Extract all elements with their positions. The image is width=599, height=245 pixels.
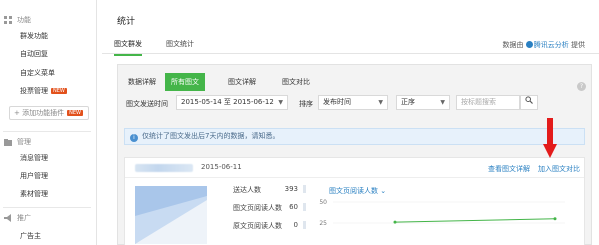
sidebar-item-vote[interactable]: 投票管理 NEW: [20, 86, 67, 96]
title-search-input[interactable]: 按标题搜索: [456, 95, 520, 110]
subtab-article-compare[interactable]: 图文对比: [276, 73, 316, 91]
red-arrow-annotation: [543, 118, 557, 158]
date-range-picker[interactable]: 2015-05-14 至 2015-06-12 ▼: [176, 95, 288, 110]
data-point: [393, 220, 397, 224]
sort-field-select[interactable]: 发布时间 ▼: [318, 95, 388, 110]
sidebar-item-label: 群发功能: [20, 32, 48, 40]
add-plugin-label: + 添加功能插件: [14, 109, 65, 117]
add-plugin-button[interactable]: + 添加功能插件 NEW: [9, 106, 89, 120]
sidebar: 功能 群发功能 自动回复 自定义菜单 投票管理 NEW + 添加功能插件 NEW 管…: [0, 0, 97, 245]
sidebar-item-messages[interactable]: 消息管理: [20, 153, 48, 163]
source-brand-link[interactable]: 腾讯云分析: [534, 41, 569, 49]
info-icon: i: [130, 134, 138, 142]
sidebar-item-users[interactable]: 用户管理: [20, 171, 48, 181]
chevron-down-icon: ▼: [378, 99, 383, 106]
promotion-section-title: 推广: [17, 214, 31, 222]
chevron-down-icon: ▼: [440, 99, 445, 106]
tab-article-mass-send[interactable]: 图文群发: [114, 39, 142, 56]
chart-metric-select[interactable]: 图文页阅读人数 ⌄: [329, 186, 386, 196]
card-header: 2015-06-11 查看图文详解 加入图文对比: [125, 158, 584, 178]
page-title: 统计: [117, 17, 136, 27]
help-icon[interactable]: ?: [577, 82, 586, 91]
data-source-note: 数据由 腾讯云分析 提供: [503, 40, 585, 50]
features-section-header: 功能: [4, 15, 31, 25]
sidebar-item-label: 广告主: [20, 232, 41, 240]
stat-original-readers-value: 0: [293, 221, 298, 229]
stat-original-readers-label: 原文页阅读人数: [233, 222, 282, 230]
data-point: [553, 217, 557, 221]
sidebar-divider: [3, 207, 91, 208]
stat-page-readers-value: 60: [289, 203, 298, 211]
y-tick-label: 50: [319, 199, 327, 206]
subtab-data-detail[interactable]: 数据详解: [122, 73, 162, 91]
new-badge: NEW: [51, 88, 67, 94]
management-section-title: 管理: [17, 138, 31, 146]
filter-row: 图文发送时间 2015-05-14 至 2015-06-12 ▼ 排序 发布时间…: [118, 93, 591, 113]
search-button[interactable]: [520, 95, 538, 110]
promotion-section-header: 推广: [4, 213, 31, 223]
sidebar-divider: [3, 131, 91, 132]
view-article-detail-link[interactable]: 查看图文详解: [488, 164, 530, 174]
add-to-compare-link[interactable]: 加入图文对比: [538, 164, 580, 174]
sidebar-item-label: 用户管理: [20, 172, 48, 180]
sidebar-item-label: 消息管理: [20, 154, 48, 162]
blurred-article-title: [135, 164, 193, 172]
tab-article-stats[interactable]: 图文统计: [166, 39, 194, 49]
tencent-cloud-icon: [525, 41, 533, 48]
source-suffix: 提供: [571, 41, 585, 49]
search-icon: [525, 96, 533, 106]
megaphone-icon: [4, 214, 12, 222]
series-line: [394, 218, 556, 223]
stat-delivered-label: 送达人数: [233, 186, 261, 194]
stat-bar: [303, 203, 306, 211]
notice-text: 仅统计了图文发出后7天内的数据，请知悉。: [142, 132, 280, 140]
stats-panel: 数据详解 所有图文 图文详解 图文对比 ? 图文发送时间 2015-05-14 …: [117, 64, 592, 245]
sort-order-select[interactable]: 正序 ▼: [396, 95, 450, 110]
sort-order-value: 正序: [401, 98, 415, 106]
stat-bar: [303, 221, 306, 229]
management-section-header: 管理: [4, 137, 31, 147]
subtab-article-detail[interactable]: 图文详解: [222, 73, 262, 91]
sidebar-item-auto-reply[interactable]: 自动回复: [20, 49, 48, 59]
sub-tab-bar: 数据详解 所有图文 图文详解 图文对比 ?: [118, 73, 591, 91]
chevron-down-icon: ▼: [278, 99, 283, 106]
stat-page-readers-label: 图文页阅读人数: [233, 204, 282, 212]
source-prefix: 数据由: [502, 41, 524, 49]
sidebar-item-label: 自定义菜单: [20, 69, 55, 77]
sidebar-item-custom-menu[interactable]: 自定义菜单: [20, 68, 55, 78]
sidebar-item-label: 投票管理: [20, 87, 48, 95]
search-placeholder: 按标题搜索: [461, 98, 496, 106]
features-section-title: 功能: [17, 16, 31, 24]
sort-field-value: 发布时间: [323, 98, 351, 106]
sidebar-item-mass-send[interactable]: 群发功能: [20, 31, 48, 41]
sidebar-item-label: 自动回复: [20, 50, 48, 58]
stat-delivered-value: 393: [284, 185, 298, 193]
funnel-thumbnail: [135, 186, 207, 244]
article-card: 2015-06-11 查看图文详解 加入图文对比 送达人数 393 图文页阅读人…: [124, 157, 585, 245]
line-chart: 50 25: [315, 196, 575, 245]
send-time-label: 图文发送时间: [126, 100, 168, 108]
new-badge: NEW: [67, 110, 83, 116]
date-range-value: 2015-05-14 至 2015-06-12: [181, 98, 274, 106]
y-tick-label: 25: [319, 220, 327, 227]
folder-icon: [4, 138, 12, 146]
stat-bar: [303, 185, 306, 193]
subtab-all-articles[interactable]: 所有图文: [165, 73, 205, 91]
article-date: 2015-06-11: [201, 163, 242, 171]
sidebar-item-label: 素材管理: [20, 190, 48, 198]
sidebar-item-materials[interactable]: 素材管理: [20, 189, 48, 199]
sort-label: 排序: [299, 100, 313, 108]
info-notice: i 仅统计了图文发出后7天内的数据，请知悉。: [124, 128, 585, 145]
grid-icon: [4, 16, 12, 24]
line-chart-svg: 50 25: [319, 199, 565, 227]
sidebar-item-advertiser[interactable]: 广告主: [20, 231, 41, 241]
